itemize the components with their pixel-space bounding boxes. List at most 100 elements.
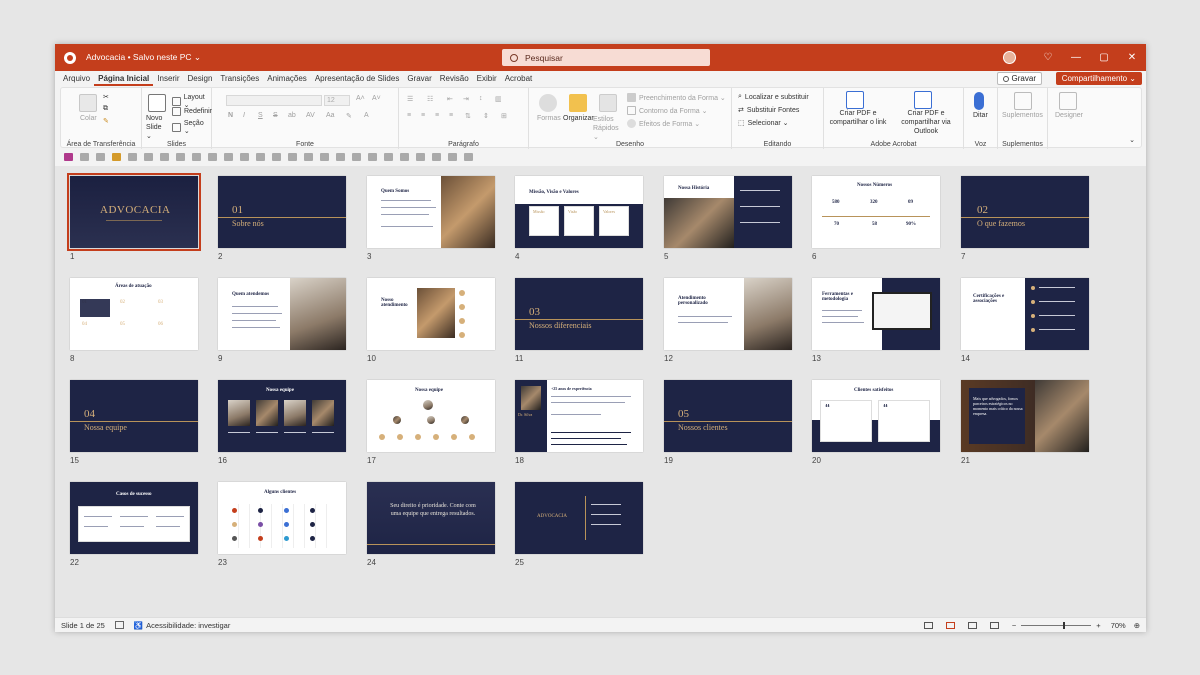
zoom-slider[interactable]: [1021, 622, 1092, 629]
find-button[interactable]: ⌕ Localizar e substituir: [738, 93, 809, 101]
quick-styles-button[interactable]: Estilos Rápidos ⌄: [593, 115, 621, 142]
slide-thumbnail-19[interactable]: 05 Nossos clientes: [664, 380, 792, 452]
normal-view-icon[interactable]: [923, 622, 933, 629]
slide-thumbnail-13[interactable]: Ferramentas e metodologia: [812, 278, 940, 350]
replace-fonts-button[interactable]: ⇄ Substituir Fontes: [738, 106, 799, 115]
slide-thumbnail-21[interactable]: Mais que advogados, fomos parceiros estr…: [961, 380, 1089, 452]
format-painter-qat-icon[interactable]: [112, 152, 121, 161]
align-right-icon[interactable]: ≡: [435, 112, 439, 119]
align-left-qat-icon[interactable]: [192, 152, 201, 161]
zoom-in-icon[interactable]: +: [1096, 621, 1100, 630]
tab-animacoes[interactable]: Animações: [263, 71, 311, 86]
notes-icon[interactable]: [114, 621, 124, 629]
slide-thumbnail-20[interactable]: Clientes satisfeitos “ “: [812, 380, 940, 452]
shape-outline-button[interactable]: Contorno da Forma ⌄: [627, 106, 708, 115]
accessibility-icon[interactable]: ♿: [134, 621, 143, 630]
section-button[interactable]: Seção ⌄: [172, 120, 211, 135]
columns-icon[interactable]: ▥: [495, 95, 502, 103]
shadow-icon[interactable]: ab: [288, 112, 296, 119]
user-avatar[interactable]: [1003, 51, 1016, 64]
slide-thumbnail-12[interactable]: Atendimento personalizado: [664, 278, 792, 350]
slide-thumbnail-16[interactable]: Nossa equipe: [218, 380, 346, 452]
shape-fill-qat-icon[interactable]: [432, 152, 441, 161]
layout-qat-icon[interactable]: [144, 152, 153, 161]
dictate-button[interactable]: Ditar: [973, 112, 988, 119]
slide-thumbnail-1[interactable]: ADVOCACIA: [67, 173, 201, 251]
slide-thumbnail-8[interactable]: Áreas de atuação 01 02 03 04 05 06: [70, 278, 198, 350]
underline-button[interactable]: S: [258, 112, 263, 119]
slide-thumbnail-6[interactable]: Nossos Números 580 320 09 70 58 90%: [812, 176, 940, 248]
tab-inserir[interactable]: Inserir: [153, 71, 183, 86]
undo-icon[interactable]: [80, 152, 89, 161]
reading-view-icon[interactable]: [967, 622, 977, 629]
rotate-qat-icon[interactable]: [416, 152, 425, 161]
bold-button[interactable]: N: [228, 112, 233, 119]
bring-forward-qat-icon[interactable]: [352, 152, 361, 161]
smartart-icon[interactable]: ⊞: [501, 112, 507, 120]
fit-to-window-icon[interactable]: ⊕: [1134, 621, 1140, 630]
save-icon[interactable]: [64, 152, 73, 161]
zoom-level[interactable]: 70%: [1111, 621, 1126, 630]
align-center-icon[interactable]: ≡: [421, 112, 425, 119]
textbox-qat-icon[interactable]: [304, 152, 313, 161]
minimize-button[interactable]: —: [1062, 52, 1090, 63]
send-backward-qat-icon[interactable]: [368, 152, 377, 161]
arrange-button[interactable]: Organizar: [563, 115, 594, 122]
collapse-ribbon-icon[interactable]: ⌄: [1129, 136, 1135, 144]
slide-sorter-view-icon[interactable]: [945, 622, 955, 629]
cut-icon[interactable]: ✂: [103, 93, 109, 101]
select-button[interactable]: ⬚ Selecionar ⌄: [738, 119, 789, 127]
table-qat-icon[interactable]: [160, 152, 169, 161]
shape-effects-button[interactable]: Efeitos de Forma ⌄: [627, 119, 700, 128]
align-right-qat-icon[interactable]: [224, 152, 233, 161]
new-slide-button[interactable]: Novo Slide ⌄: [146, 114, 168, 141]
text-direction-icon[interactable]: ⇅: [465, 112, 471, 120]
tab-pagina-inicial[interactable]: Página Inicial: [94, 71, 154, 86]
align-center-qat-icon[interactable]: [208, 152, 217, 161]
justify-icon[interactable]: ≡: [449, 112, 453, 119]
reset-button[interactable]: Redefinir: [172, 107, 212, 116]
highlight-icon[interactable]: ✎: [346, 112, 352, 120]
customize-qat-icon[interactable]: [464, 152, 473, 161]
slide-thumbnail-5[interactable]: Nossa História: [664, 176, 792, 248]
slide-thumbnail-25[interactable]: ADVOCACIA: [515, 482, 643, 554]
tab-gravar[interactable]: Gravar: [403, 71, 435, 86]
tab-acrobat[interactable]: Acrobat: [501, 71, 537, 86]
slide-thumbnail-15[interactable]: 04 Nossa equipe: [70, 380, 198, 452]
slide-thumbnail-3[interactable]: Quem Somos: [367, 176, 495, 248]
tab-design[interactable]: Design: [184, 71, 217, 86]
addins-button[interactable]: Suplementos: [1002, 112, 1043, 119]
slide-thumbnail-7[interactable]: 02 O que fazemos: [961, 176, 1089, 248]
slide-thumbnail-4[interactable]: Missão, Visão e Valores Missão Visão Val…: [515, 176, 643, 248]
decrease-indent-icon[interactable]: ⇤: [447, 95, 453, 103]
distribute-qat-icon[interactable]: [400, 152, 409, 161]
crop-qat-icon[interactable]: [320, 152, 329, 161]
slide-thumbnail-18[interactable]: Dr. Silva +25 anos de experiência: [515, 380, 643, 452]
shape-fill-button[interactable]: Preenchimento da Forma ⌄: [627, 93, 726, 102]
record-button[interactable]: Gravar: [996, 72, 1042, 85]
document-title[interactable]: Advocacia • Salvo neste PC ⌄: [86, 52, 201, 63]
slide-thumbnail-24[interactable]: Seu direito é prioridade. Conte com uma …: [367, 482, 495, 554]
copy-icon[interactable]: ⧉: [103, 105, 108, 113]
create-pdf-outlook-button[interactable]: Criar PDF e compartilhar via Outlook: [890, 109, 962, 136]
tab-arquivo[interactable]: Arquivo: [59, 71, 94, 86]
accessibility-status[interactable]: Acessibilidade: investigar: [146, 621, 230, 630]
new-slide-icon[interactable]: [148, 94, 166, 112]
slide-thumbnail-11[interactable]: 03 Nossos diferenciais: [515, 278, 643, 350]
tab-apresentacao[interactable]: Apresentação de Slides: [311, 71, 404, 86]
shrink-font-icon[interactable]: A˅: [372, 95, 381, 102]
designer-button[interactable]: Designer: [1055, 112, 1083, 119]
pdf-outlook-icon[interactable]: [914, 91, 932, 109]
strikethrough-button[interactable]: S: [273, 112, 278, 119]
shapes-qat-icon[interactable]: [288, 152, 297, 161]
char-spacing-icon[interactable]: AV: [306, 112, 315, 119]
redo-icon[interactable]: [96, 152, 105, 161]
numbering-icon[interactable]: ☷: [427, 95, 433, 103]
font-size-select[interactable]: 12: [324, 95, 350, 106]
quick-styles-icon[interactable]: [599, 94, 617, 112]
paste-icon[interactable]: [79, 94, 97, 112]
increase-indent-icon[interactable]: ⇥: [463, 95, 469, 103]
align-left-icon[interactable]: ≡: [407, 112, 411, 119]
pdf-link-icon[interactable]: [846, 91, 864, 109]
slide-thumbnail-14[interactable]: Certificações e associações: [961, 278, 1089, 350]
